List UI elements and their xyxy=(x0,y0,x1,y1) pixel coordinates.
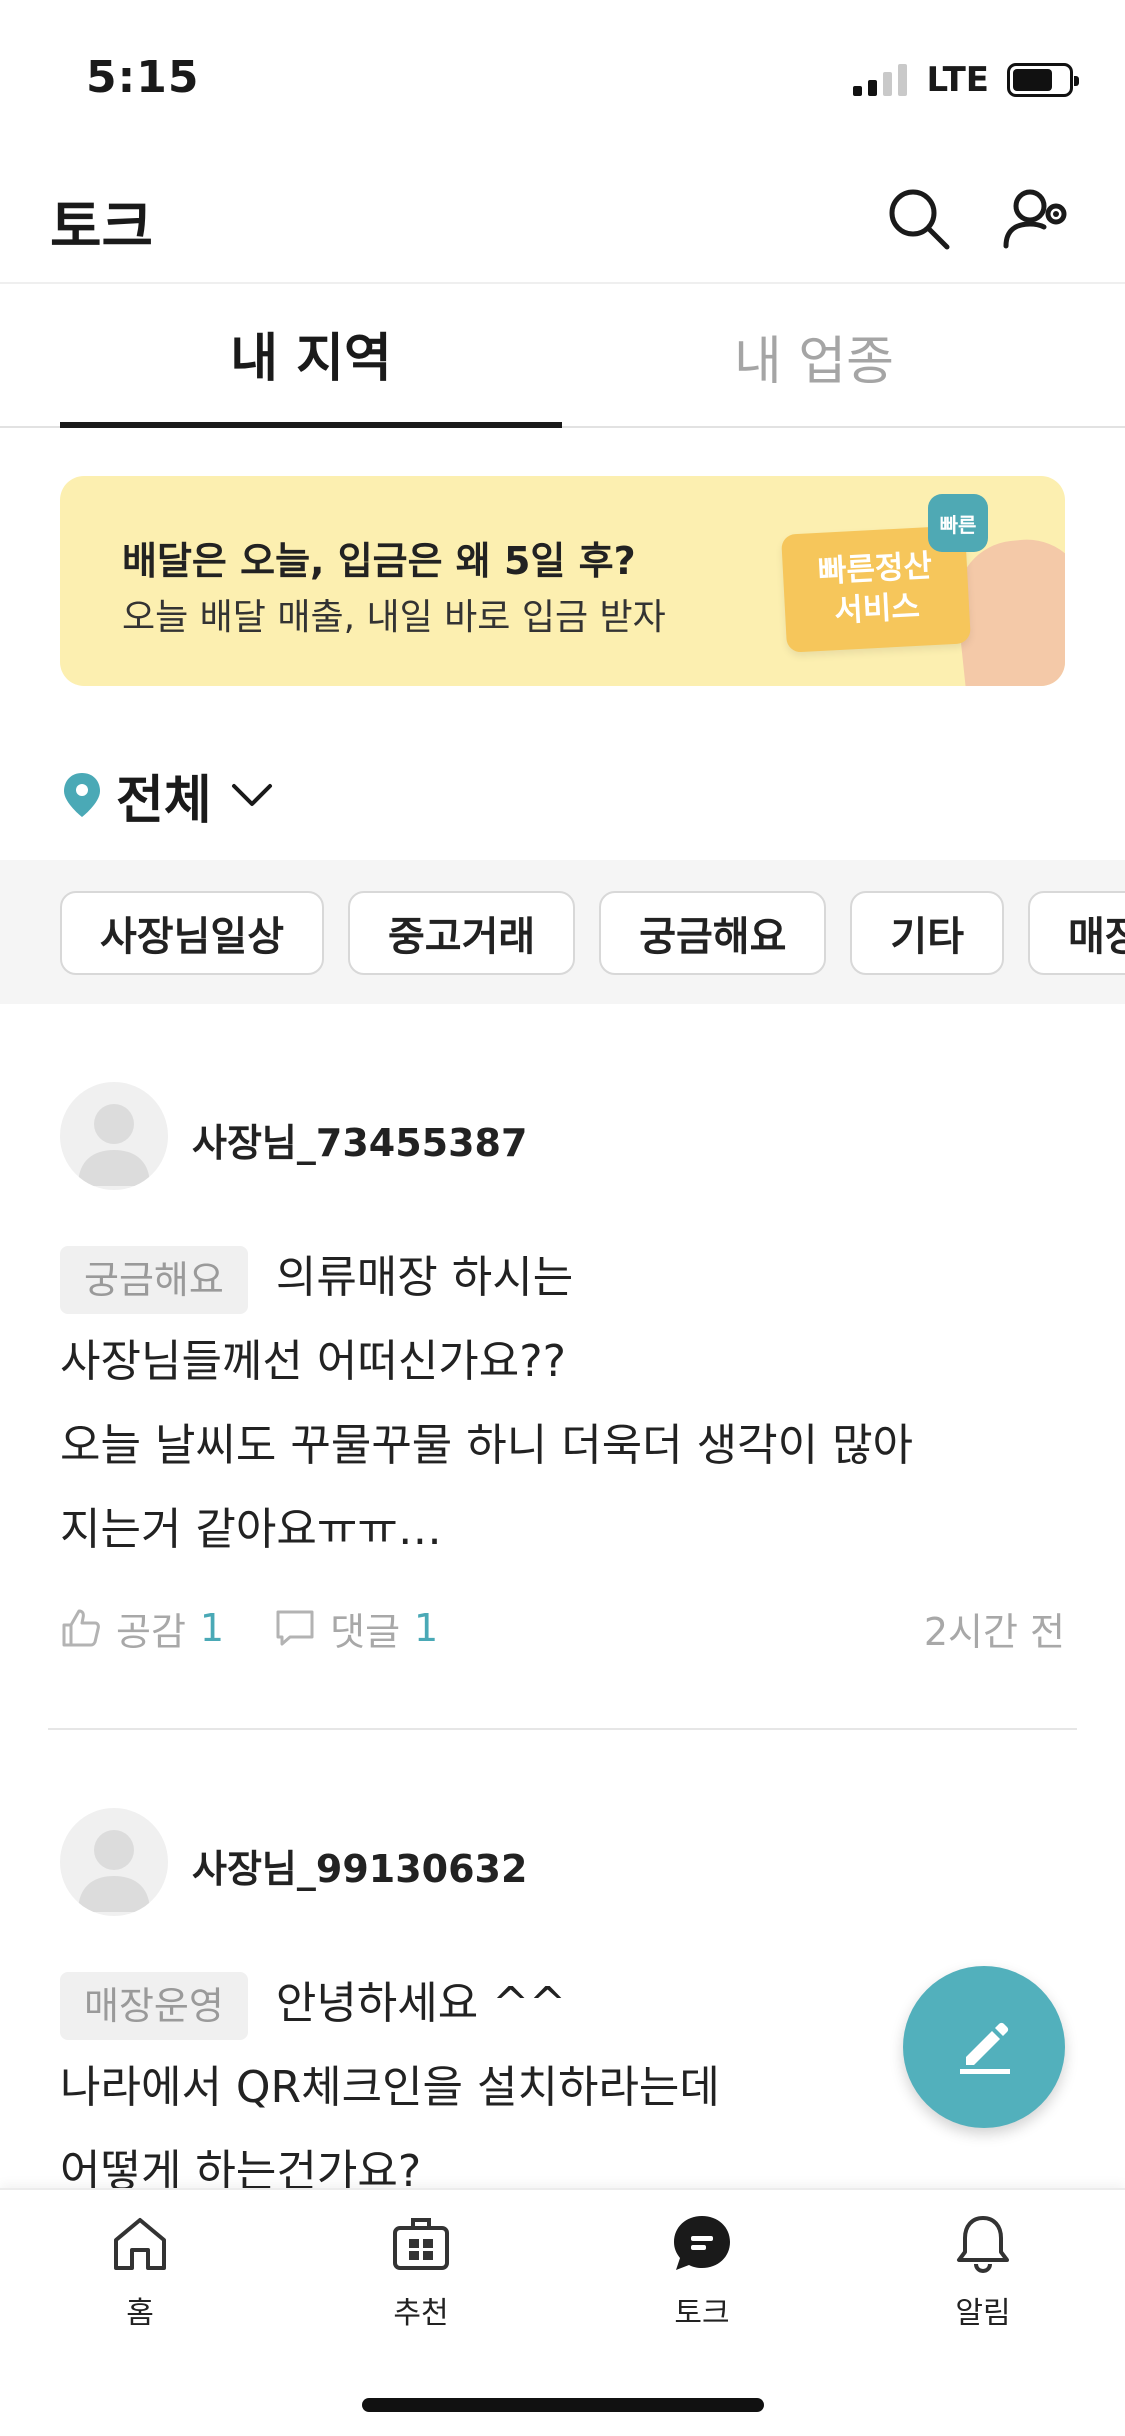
nav-recommend[interactable]: 추천 xyxy=(321,2212,521,2332)
nav-label: 알림 xyxy=(955,2296,1011,2331)
banner-card-line2: 서비스 xyxy=(833,588,921,630)
category-chip-bar: 사장님일상 중고거래 궁금해요 기타 매장운영 xyxy=(0,860,1125,1004)
avatar[interactable] xyxy=(60,1808,168,1916)
chip-daily[interactable]: 사장님일상 xyxy=(60,891,324,975)
post-category-badge: 매장운영 xyxy=(60,1972,248,2040)
gift-icon xyxy=(393,2218,449,2270)
post-divider xyxy=(48,1728,1077,1730)
like-count: 1 xyxy=(199,1606,225,1650)
banner-card-line1: 빠른정산 xyxy=(817,548,933,590)
home-icon xyxy=(114,2218,166,2270)
nav-label: 추천 xyxy=(393,2296,449,2331)
thumbs-up-icon xyxy=(62,1609,100,1647)
post-text-line: 사장님들께선 어떠신가요?? xyxy=(60,1336,566,1387)
chip-store-operation[interactable]: 매장운영 xyxy=(1028,891,1125,975)
comment-label: 댓글 xyxy=(330,1609,401,1654)
status-indicators: LTE xyxy=(852,60,1079,100)
post-text-line: 의류매장 하시는 xyxy=(275,1252,574,1303)
post-content: 궁금해요 의류매장 하시는 사장님들께선 어떠신가요?? 오늘 날씨도 꾸물꾸물 … xyxy=(60,1236,1060,1572)
chat-icon xyxy=(674,2216,730,2270)
comment-icon xyxy=(276,1610,314,1646)
pencil-icon xyxy=(960,2022,1010,2074)
comment-count: 1 xyxy=(414,1606,439,1650)
top-header: 토크 xyxy=(0,150,1125,284)
chip-etc[interactable]: 기타 xyxy=(850,891,1005,975)
post-text-line: 오늘 날씨도 꾸물꾸물 하니 더욱더 생각이 많아 xyxy=(60,1420,914,1471)
banner-badge: 빠른 xyxy=(928,494,988,552)
region-label: 전체 xyxy=(116,770,212,831)
post-text-line: 안녕하세요 ^^ xyxy=(275,1978,566,2029)
avatar[interactable] xyxy=(60,1082,168,1190)
post-time: 2시간 전 xyxy=(923,1609,1065,1654)
chip-used-trade[interactable]: 중고거래 xyxy=(348,891,576,975)
write-post-button[interactable] xyxy=(903,1966,1065,2128)
nav-talk[interactable]: 토크 xyxy=(602,2212,802,2332)
bell-icon xyxy=(957,2216,1009,2274)
user-settings-icon[interactable] xyxy=(1002,184,1072,254)
post-category-badge: 궁금해요 xyxy=(60,1246,248,1314)
tab-my-industry[interactable]: 내 업종 xyxy=(563,284,1065,428)
like-button[interactable]: 공감 1 xyxy=(60,1601,224,1656)
network-label: LTE xyxy=(926,60,989,100)
tab-my-region[interactable]: 내 지역 xyxy=(60,284,562,428)
like-label: 공감 xyxy=(116,1609,186,1654)
post-username[interactable]: 사장님_99130632 xyxy=(192,1838,527,1893)
default-avatar-icon xyxy=(78,1104,150,1186)
chevron-down-icon xyxy=(231,784,272,806)
signal-icon xyxy=(852,64,907,96)
region-filter[interactable]: 전체 xyxy=(62,760,274,831)
comment-button[interactable]: 댓글 1 xyxy=(274,1601,438,1656)
promo-banner[interactable]: 배달은 오늘, 입금은 왜 5일 후? 오늘 배달 매출, 내일 바로 입금 받… xyxy=(60,476,1065,686)
search-icon[interactable] xyxy=(884,184,954,254)
nav-label: 토크 xyxy=(674,2296,730,2331)
nav-label: 홈 xyxy=(126,2296,154,2331)
nav-home[interactable]: 홈 xyxy=(40,2212,240,2332)
post-text-line: 지는거 같아요ㅠㅠ… xyxy=(60,1504,442,1555)
default-avatar-icon xyxy=(78,1830,150,1912)
battery-icon xyxy=(1007,63,1079,97)
status-bar: 5:15 LTE xyxy=(0,0,1125,150)
tab-bar: 내 지역 내 업종 xyxy=(0,284,1125,428)
page-title: 토크 xyxy=(50,195,154,260)
home-indicator xyxy=(362,2398,764,2412)
chip-questions[interactable]: 궁금해요 xyxy=(599,891,827,975)
nav-notifications[interactable]: 알림 xyxy=(883,2212,1083,2332)
banner-subtitle: 오늘 배달 매출, 내일 바로 입금 받자 xyxy=(122,597,666,638)
status-time: 5:15 xyxy=(86,52,200,103)
post-meta: 공감 1 댓글 1 2시간 전 xyxy=(60,1598,1065,1658)
banner-title: 배달은 오늘, 입금은 왜 5일 후? xyxy=(122,539,636,583)
post-username[interactable]: 사장님_73455387 xyxy=(192,1112,527,1167)
post-content: 매장운영 안녕하세요 ^^ 나라에서 QR체크인을 설치하라는데 어떻게 하는건가… xyxy=(60,1962,1060,2214)
location-pin-icon xyxy=(64,773,100,817)
